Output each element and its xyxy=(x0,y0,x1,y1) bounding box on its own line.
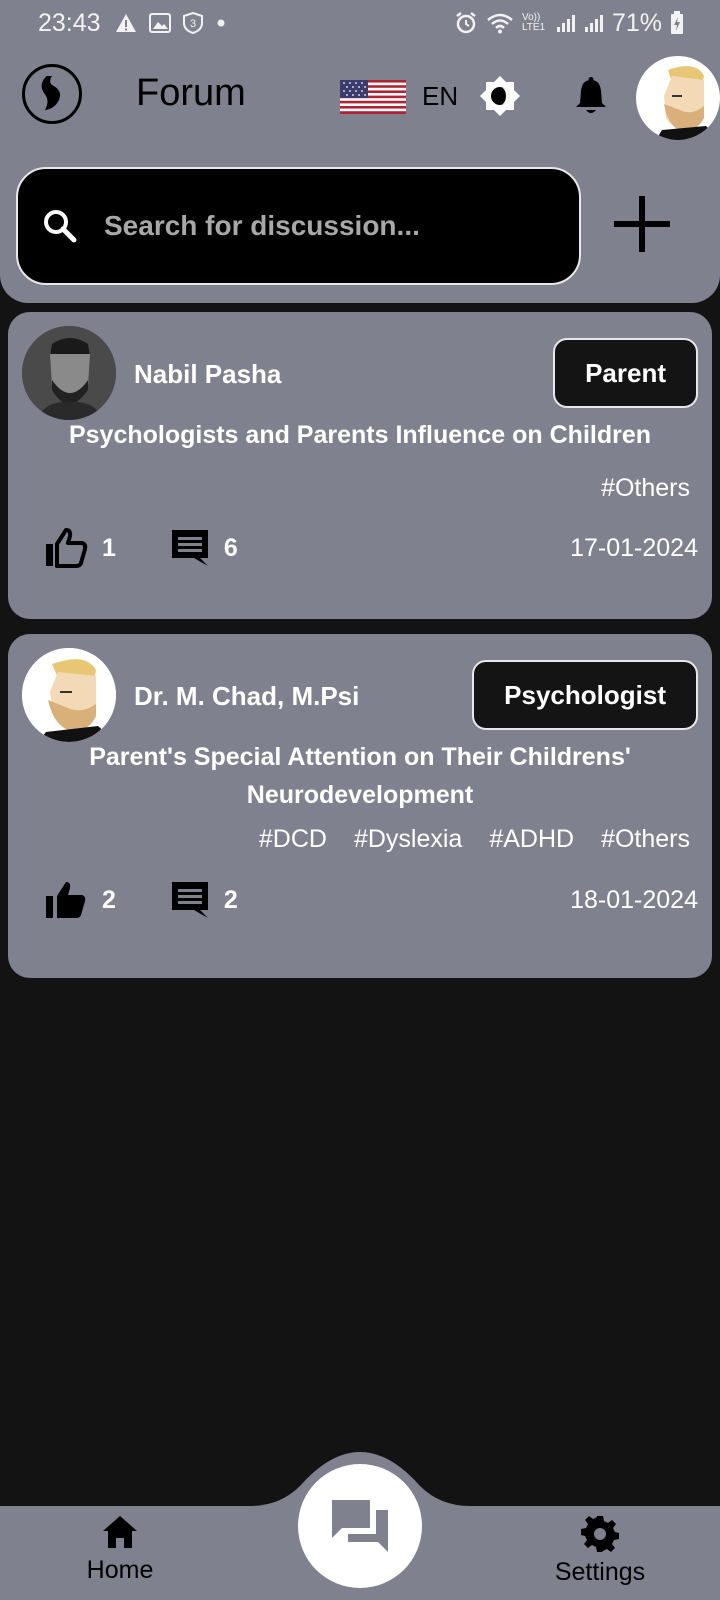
wifi-icon xyxy=(487,13,513,34)
post-date: 17-01-2024 xyxy=(570,534,698,562)
home-icon xyxy=(103,1516,137,1548)
search-input[interactable] xyxy=(104,210,544,242)
tag-list: #DCD #Dyslexia #ADHD #Others xyxy=(259,825,690,854)
chad-face-icon xyxy=(656,66,720,140)
nav-home-label: Home xyxy=(86,1556,154,1584)
battery-percent: 71% xyxy=(611,8,662,37)
signal-icon-2 xyxy=(584,15,603,32)
like-count: 2 xyxy=(102,885,116,914)
like-button[interactable]: 1 xyxy=(44,528,116,568)
author-name[interactable]: Dr. M. Chad, M.Psi xyxy=(134,681,359,712)
warning-icon xyxy=(115,14,136,32)
dot-icon xyxy=(217,19,225,27)
nav-settings[interactable]: Settings xyxy=(540,1514,660,1587)
author-name[interactable]: Nabil Pasha xyxy=(134,359,281,390)
comment-button[interactable]: 2 xyxy=(170,880,238,920)
nav-home[interactable]: Home xyxy=(78,1514,162,1585)
role-badge: Parent xyxy=(553,338,698,408)
author-avatar[interactable] xyxy=(22,648,116,742)
svg-text:3: 3 xyxy=(190,18,196,30)
comment-count: 2 xyxy=(223,885,238,914)
role-badge: Psychologist xyxy=(472,660,698,730)
search-bar[interactable] xyxy=(16,167,581,285)
author-avatar[interactable] xyxy=(22,326,116,420)
discussion-card[interactable]: Dr. M. Chad, M.Psi Psychologist Parent's… xyxy=(8,634,712,978)
like-count: 1 xyxy=(102,533,116,562)
language-code[interactable]: EN xyxy=(422,81,458,112)
comment-icon xyxy=(171,882,208,918)
signal-icon-1 xyxy=(556,15,575,32)
tag[interactable]: #DCD xyxy=(259,825,327,854)
forum-fab[interactable] xyxy=(298,1464,422,1588)
nav-settings-label: Settings xyxy=(554,1558,646,1586)
status-system-icons: Vo)) LTE1 71% xyxy=(454,9,684,38)
gallery-icon xyxy=(148,13,171,33)
thumbs-up-filled-icon xyxy=(46,882,86,918)
author-photo-icon xyxy=(22,326,116,420)
post-stats: 1 6 xyxy=(44,528,238,568)
shield-3-icon: 3 xyxy=(182,12,203,34)
header-panel: 23:43 3 Vo)) LTE1 71% Forum EN Search fo… xyxy=(0,0,720,303)
thumbs-up-outline-icon xyxy=(46,528,88,568)
gear-icon xyxy=(581,1516,619,1552)
post-date: 18-01-2024 xyxy=(570,886,698,914)
status-bar: 23:43 3 Vo)) LTE1 71% xyxy=(0,0,720,46)
forum-icon xyxy=(332,1500,388,1552)
chad-face-icon xyxy=(22,648,116,742)
app-bar: Forum EN xyxy=(0,54,720,140)
post-stats: 2 2 xyxy=(44,880,238,920)
us-flag-icon[interactable] xyxy=(340,80,406,114)
battery-charging-icon xyxy=(671,11,683,34)
tag[interactable]: #ADHD xyxy=(489,825,574,854)
comment-button[interactable]: 6 xyxy=(170,528,238,568)
alarm-icon xyxy=(456,12,476,34)
bottom-navigation: Home Settings xyxy=(0,1430,720,1600)
brightness-icon[interactable] xyxy=(478,74,522,118)
tag[interactable]: #Others xyxy=(601,474,690,503)
comment-count: 6 xyxy=(223,533,238,562)
status-notification-icons: 3 xyxy=(115,12,227,34)
profile-avatar[interactable] xyxy=(636,56,720,140)
page-title: Forum xyxy=(136,72,246,114)
bell-icon[interactable] xyxy=(570,76,612,118)
tag[interactable]: #Dyslexia xyxy=(354,825,462,854)
comment-icon xyxy=(171,530,208,566)
discussion-card[interactable]: Nabil Pasha Parent Psychologists and Par… xyxy=(8,312,712,619)
add-discussion-icon[interactable] xyxy=(610,192,674,256)
post-title[interactable]: Parent's Special Attention on Their Chil… xyxy=(28,738,692,814)
tag[interactable]: #Others xyxy=(601,825,690,854)
app-logo-icon[interactable] xyxy=(22,64,82,124)
tag-list: #Others xyxy=(601,474,690,503)
post-title[interactable]: Psychologists and Parents Influence on C… xyxy=(28,416,692,454)
status-time: 23:43 xyxy=(38,8,101,37)
search-icon xyxy=(44,210,77,243)
like-button[interactable]: 2 xyxy=(44,880,116,920)
lte-label: Vo)) LTE1 xyxy=(521,12,546,33)
